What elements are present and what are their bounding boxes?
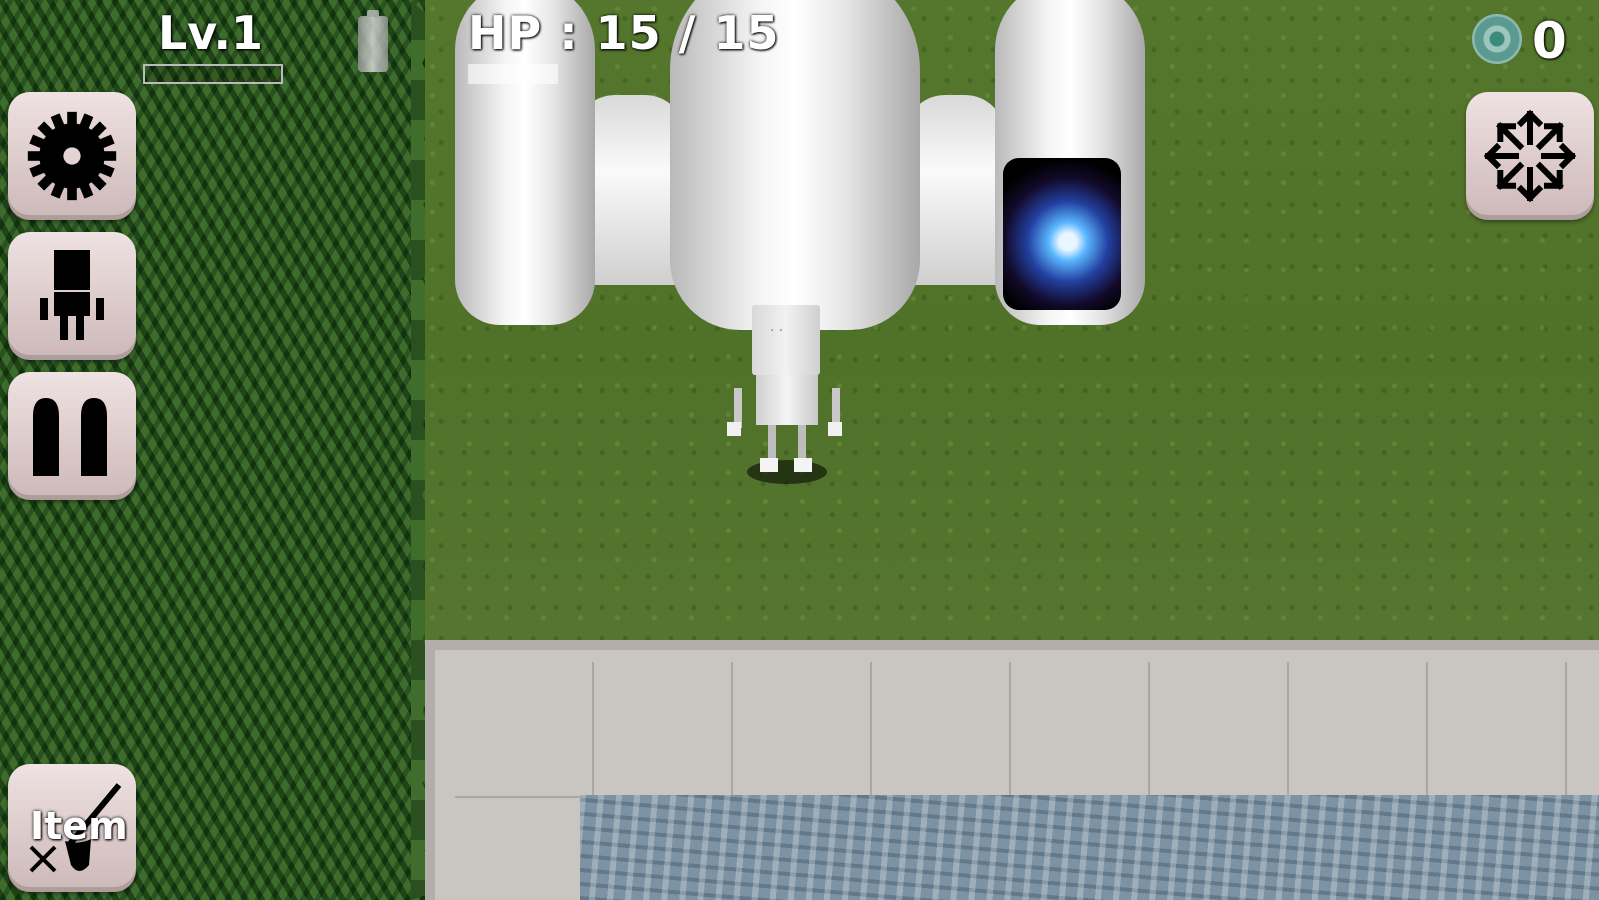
battery-icon [358,10,388,72]
robot-silhouette-icon [40,250,104,340]
xp-bar [143,64,283,84]
settings-button[interactable] [8,92,136,220]
warp-portal[interactable] [1003,158,1121,310]
item-label: Item [30,804,128,848]
pause-icon [33,398,107,476]
character-button[interactable] [8,232,136,360]
level-label: Lv.1 [158,6,264,60]
water-channel [580,795,1599,900]
coin-count: 0 [1532,12,1567,70]
hp-bar [468,64,558,84]
coin-icon [1472,14,1522,64]
eight-direction-arrows-icon [1483,109,1577,203]
hp-label: HP : 15 / 15 [468,6,780,60]
gear-icon [27,111,117,201]
item-button[interactable]: Item [8,764,136,892]
pause-button[interactable] [8,372,136,500]
player-robot [722,300,852,490]
camera-direction-button[interactable] [1466,92,1594,220]
